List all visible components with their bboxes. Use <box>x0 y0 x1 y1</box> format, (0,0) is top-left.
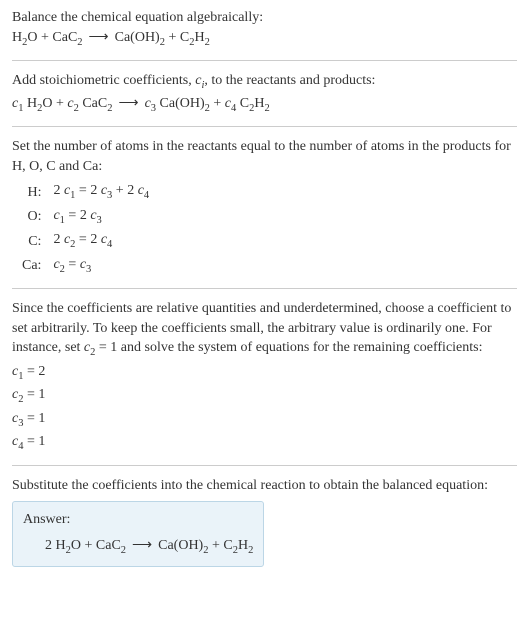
coef-c2: c2 = 1 <box>12 385 517 407</box>
answer-label: Answer: <box>23 510 253 530</box>
intro-section: Balance the chemical equation algebraica… <box>12 8 517 50</box>
table-row: C: 2 c2 = 2 c4 <box>16 229 155 253</box>
row-eq-ca: c2 = c3 <box>47 254 155 278</box>
substitute-text: Substitute the coefficients into the che… <box>12 476 517 496</box>
table-row: Ca: c2 = c3 <box>16 254 155 278</box>
divider <box>12 126 517 127</box>
table-row: O: c1 = 2 c3 <box>16 205 155 229</box>
row-label-h: H: <box>16 180 47 204</box>
equation-unbalanced: H2O + CaC2⟶Ca(OH)2 + C2H2 <box>12 28 517 50</box>
row-label-c: C: <box>16 229 47 253</box>
solve-text: Since the coefficients are relative quan… <box>12 299 517 361</box>
species-caoh2: Ca(OH)2 <box>115 30 165 45</box>
atom-balance-text: Set the number of atoms in the reactants… <box>12 137 517 176</box>
solve-section: Since the coefficients are relative quan… <box>12 299 517 455</box>
coef-c3: c3 = 1 <box>12 409 517 431</box>
divider <box>12 60 517 61</box>
intro-text: Balance the chemical equation algebraica… <box>12 8 517 28</box>
coefficient-values: c1 = 2 c2 = 1 c3 = 1 c4 = 1 <box>12 362 517 455</box>
stoich-section: Add stoichiometric coefficients, ci, to … <box>12 71 517 116</box>
answer-section: Substitute the coefficients into the che… <box>12 476 517 568</box>
balanced-equation: 2 H2O + CaC2⟶Ca(OH)2 + C2H2 <box>23 536 253 558</box>
equation-with-coeffs: c1 H2O + c2 CaC2⟶c3 Ca(OH)2 + c4 C2H2 <box>12 94 517 116</box>
arrow-icon: ⟶ <box>83 30 115 45</box>
species-cac2: CaC2 <box>52 30 82 45</box>
row-eq-h: 2 c1 = 2 c3 + 2 c4 <box>47 180 155 204</box>
table-row: H: 2 c1 = 2 c3 + 2 c4 <box>16 180 155 204</box>
row-eq-c: 2 c2 = 2 c4 <box>47 229 155 253</box>
coef-c1: c1 = 2 <box>12 362 517 384</box>
coef-c4: c4 = 1 <box>12 432 517 454</box>
divider <box>12 288 517 289</box>
species-c2h2: C2H2 <box>180 30 210 45</box>
species-h2o: H2O <box>12 30 38 45</box>
answer-box: Answer: 2 H2O + CaC2⟶Ca(OH)2 + C2H2 <box>12 501 264 567</box>
stoich-text: Add stoichiometric coefficients, ci, to … <box>12 71 517 93</box>
atom-equations-table: H: 2 c1 = 2 c3 + 2 c4 O: c1 = 2 c3 C: 2 … <box>16 180 155 278</box>
atom-balance-section: Set the number of atoms in the reactants… <box>12 137 517 278</box>
divider <box>12 465 517 466</box>
row-eq-o: c1 = 2 c3 <box>47 205 155 229</box>
row-label-o: O: <box>16 205 47 229</box>
row-label-ca: Ca: <box>16 254 47 278</box>
